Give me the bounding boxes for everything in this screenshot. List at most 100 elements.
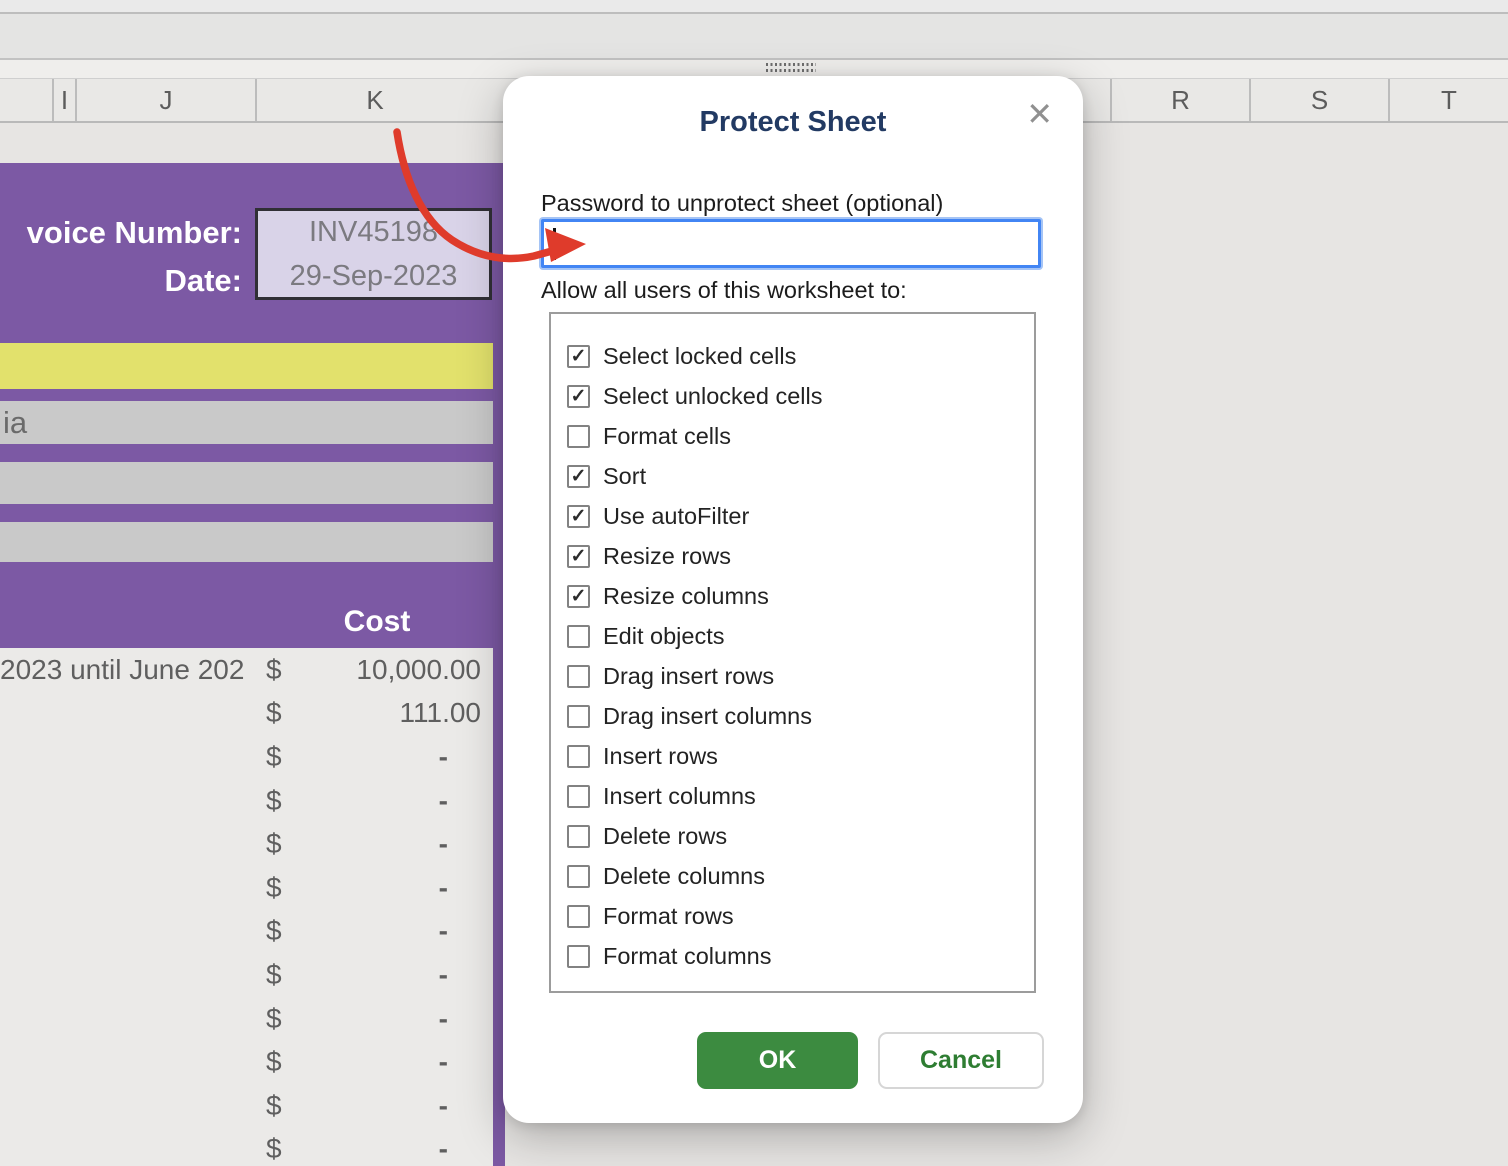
info-row-3[interactable] xyxy=(0,522,493,562)
permission-item[interactable]: Drag insert columns xyxy=(567,696,1034,736)
checkbox-unchecked-icon[interactable] xyxy=(567,945,590,968)
cost-value: - xyxy=(439,915,448,947)
checkbox-unchecked-icon[interactable] xyxy=(567,785,590,808)
invoice-number-label: voice Number: xyxy=(0,215,242,251)
table-row[interactable]: $111.00 xyxy=(0,692,493,736)
invoice-number-value: INV45198 xyxy=(258,216,489,249)
permission-item[interactable]: ✓ Resize rows xyxy=(567,536,1034,576)
permission-label: Drag insert rows xyxy=(603,663,774,690)
cancel-button[interactable]: Cancel xyxy=(878,1032,1044,1089)
permission-item[interactable]: Format rows xyxy=(567,896,1034,936)
invoice-meta-cell[interactable]: INV45198 29-Sep-2023 xyxy=(255,208,492,300)
checkbox-unchecked-icon[interactable] xyxy=(567,625,590,648)
permission-item[interactable]: Delete rows xyxy=(567,816,1034,856)
permission-label: Delete columns xyxy=(603,863,765,890)
row-description xyxy=(0,1040,257,1084)
close-icon[interactable]: ✕ xyxy=(1026,98,1053,130)
password-input[interactable] xyxy=(541,219,1041,268)
checkbox-checked-icon[interactable]: ✓ xyxy=(567,545,590,568)
table-row[interactable]: $- xyxy=(0,953,493,997)
row-description xyxy=(0,910,257,954)
cost-value: - xyxy=(439,1003,448,1035)
table-row[interactable]: $- xyxy=(0,1128,493,1166)
info-row-2[interactable] xyxy=(0,462,493,504)
permission-label: Insert rows xyxy=(603,743,718,770)
permission-label: Resize columns xyxy=(603,583,769,610)
check-icon: ✓ xyxy=(571,467,587,486)
checkbox-checked-icon[interactable]: ✓ xyxy=(567,505,590,528)
table-row[interactable]: $- xyxy=(0,997,493,1041)
table-row[interactable]: 2023 until June 202$10,000.00 xyxy=(0,648,493,692)
permission-label: Delete rows xyxy=(603,823,727,850)
permission-item[interactable]: ✓Select locked cells xyxy=(567,336,1034,376)
column-letter: I xyxy=(61,85,68,116)
permission-item[interactable]: Format columns xyxy=(567,936,1034,976)
cost-value: - xyxy=(439,959,448,991)
checkbox-checked-icon[interactable]: ✓ xyxy=(567,385,590,408)
highlight-row-yellow[interactable] xyxy=(0,343,493,389)
currency-symbol: $ xyxy=(266,872,282,904)
checkbox-checked-icon[interactable]: ✓ xyxy=(567,345,590,368)
permission-label: Use autoFilter xyxy=(603,503,749,530)
column-header-R[interactable]: R xyxy=(1110,79,1249,121)
table-row[interactable]: $- xyxy=(0,866,493,910)
column-letter: J xyxy=(160,85,173,116)
permission-item[interactable]: Format cells xyxy=(567,416,1034,456)
protect-sheet-dialog: Protect Sheet ✕ Password to unprotect sh… xyxy=(503,76,1083,1123)
checkbox-unchecked-icon[interactable] xyxy=(567,665,590,688)
row-description xyxy=(0,779,257,823)
checkbox-unchecked-icon[interactable] xyxy=(567,825,590,848)
checkbox-unchecked-icon[interactable] xyxy=(567,745,590,768)
checkbox-unchecked-icon[interactable] xyxy=(567,425,590,448)
currency-symbol: $ xyxy=(266,697,282,729)
checkbox-unchecked-icon[interactable] xyxy=(567,705,590,728)
permission-item[interactable]: ✓Select unlocked cells xyxy=(567,376,1034,416)
permission-label: Resize rows xyxy=(603,543,731,570)
permission-item[interactable]: ✓ Use autoFilter xyxy=(567,496,1034,536)
permission-label: Drag insert columns xyxy=(603,703,812,730)
permission-item[interactable]: Drag insert rows xyxy=(567,656,1034,696)
table-row[interactable]: $- xyxy=(0,1084,493,1128)
text-caret xyxy=(553,228,556,260)
checkbox-checked-icon[interactable]: ✓ xyxy=(567,585,590,608)
check-icon: ✓ xyxy=(571,387,587,406)
currency-symbol: $ xyxy=(266,828,282,860)
column-header-I[interactable]: I xyxy=(52,79,75,121)
permission-item[interactable]: ✓ Sort xyxy=(567,456,1034,496)
permission-label: Format cells xyxy=(603,423,731,450)
cost-column-header: Cost xyxy=(312,605,442,639)
checkbox-unchecked-icon[interactable] xyxy=(567,905,590,928)
currency-symbol: $ xyxy=(266,915,282,947)
table-row[interactable]: $- xyxy=(0,779,493,823)
permission-item[interactable]: Delete columns xyxy=(567,856,1034,896)
column-header-K[interactable]: K xyxy=(255,79,493,121)
column-header-J[interactable]: J xyxy=(75,79,255,121)
row-description xyxy=(0,1084,257,1128)
currency-symbol: $ xyxy=(266,959,282,991)
dialog-title: Protect Sheet xyxy=(503,106,1083,139)
checkbox-unchecked-icon[interactable] xyxy=(567,865,590,888)
info-row-1[interactable]: ia xyxy=(0,401,493,444)
permission-item[interactable]: Insert columns xyxy=(567,776,1034,816)
column-letter: K xyxy=(366,85,383,116)
drag-handle-icon[interactable] xyxy=(766,63,816,72)
row-description xyxy=(0,735,257,779)
column-header-S[interactable]: S xyxy=(1249,79,1388,121)
partial-cell-text: ia xyxy=(3,405,27,441)
table-row[interactable]: $- xyxy=(0,1040,493,1084)
column-header-T[interactable]: T xyxy=(1388,79,1508,121)
table-row[interactable]: $- xyxy=(0,735,493,779)
permission-item[interactable]: Edit objects xyxy=(567,616,1034,656)
table-row[interactable]: $- xyxy=(0,822,493,866)
checkbox-checked-icon[interactable]: ✓ xyxy=(567,465,590,488)
permission-item[interactable]: ✓ Resize columns xyxy=(567,576,1034,616)
cost-value: 10,000.00 xyxy=(356,654,481,686)
currency-symbol: $ xyxy=(266,1003,282,1035)
check-icon: ✓ xyxy=(571,507,587,526)
permission-label: Sort xyxy=(603,463,646,490)
table-row[interactable]: $- xyxy=(0,910,493,954)
permission-item[interactable]: Insert rows xyxy=(567,736,1034,776)
check-icon: ✓ xyxy=(571,347,587,366)
ok-button[interactable]: OK xyxy=(697,1032,858,1089)
invoice-date-value: 29-Sep-2023 xyxy=(258,260,489,293)
